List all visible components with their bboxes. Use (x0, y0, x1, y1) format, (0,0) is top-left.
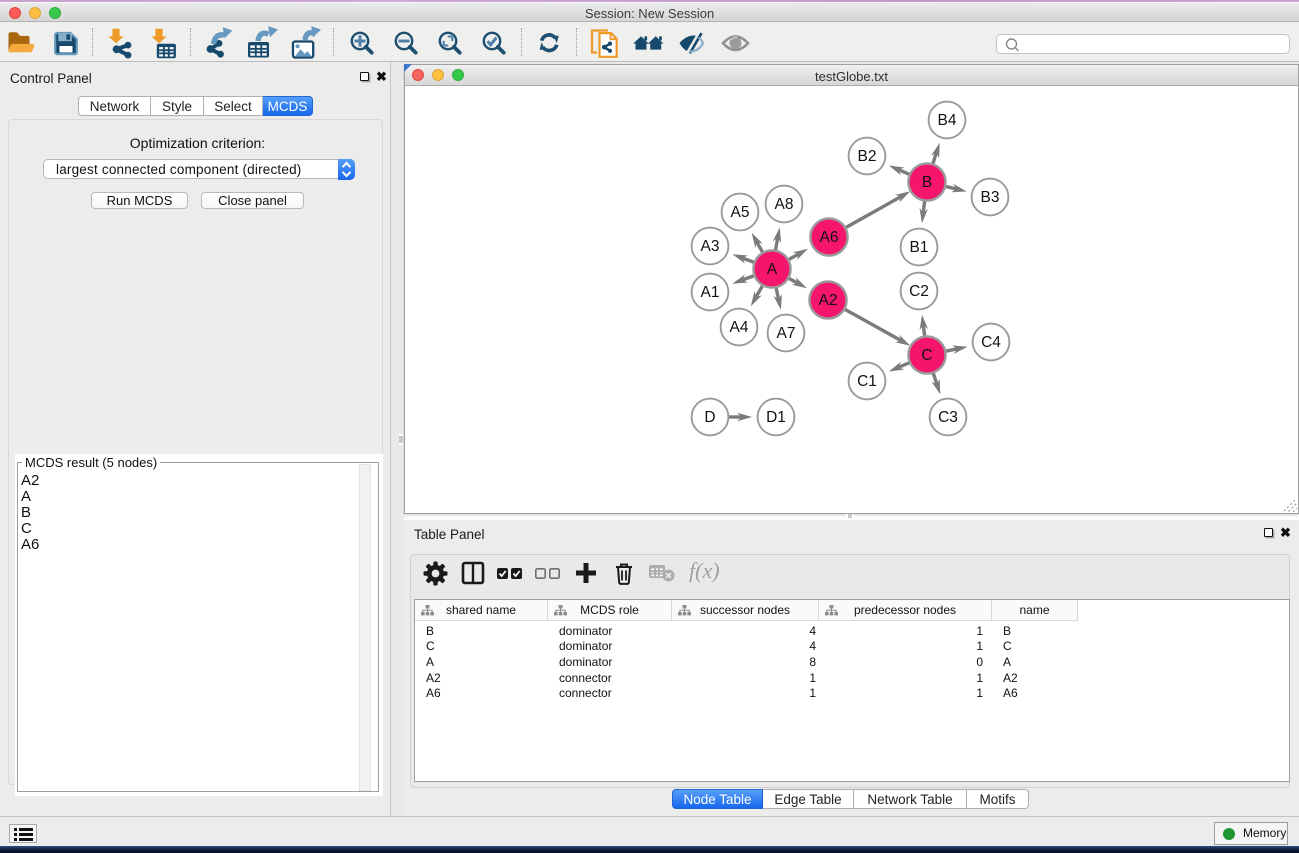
svg-text:C1: C1 (857, 373, 877, 390)
svg-text:C4: C4 (981, 334, 1001, 351)
svg-text:C: C (921, 347, 932, 364)
svg-text:B1: B1 (910, 239, 929, 256)
svg-text:A7: A7 (777, 325, 796, 342)
svg-text:A5: A5 (731, 204, 750, 221)
svg-text:B4: B4 (938, 112, 957, 129)
svg-text:A: A (767, 261, 778, 278)
svg-text:A8: A8 (775, 196, 794, 213)
svg-text:A4: A4 (730, 319, 749, 336)
svg-text:C2: C2 (909, 283, 929, 300)
svg-text:A3: A3 (701, 238, 720, 255)
svg-text:B2: B2 (858, 148, 877, 165)
svg-text:C3: C3 (938, 409, 958, 426)
svg-text:A2: A2 (819, 292, 838, 309)
svg-text:A1: A1 (701, 284, 720, 301)
svg-text:B3: B3 (981, 189, 1000, 206)
svg-text:B: B (922, 174, 932, 191)
svg-text:A6: A6 (820, 229, 839, 246)
svg-text:D1: D1 (766, 409, 786, 426)
svg-text:D: D (704, 409, 715, 426)
